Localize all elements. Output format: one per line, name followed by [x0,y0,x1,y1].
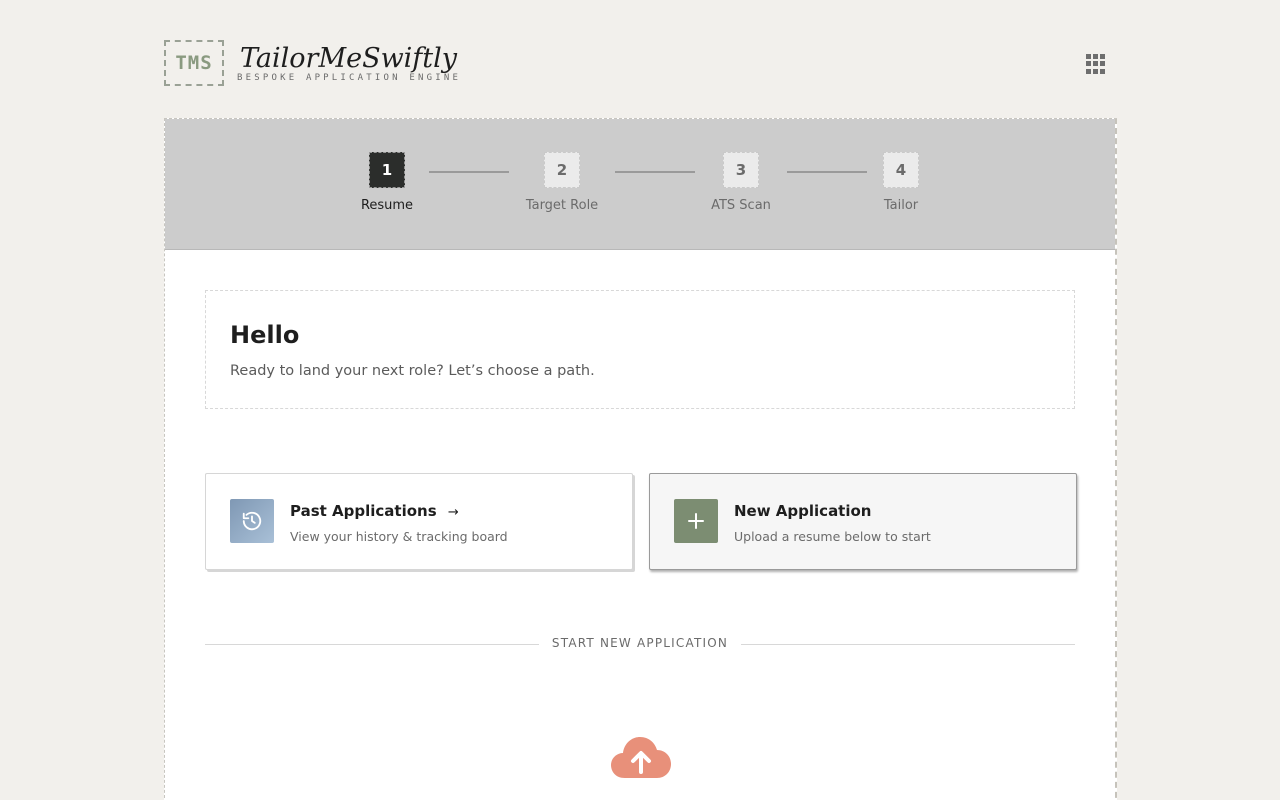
app-name: TailorMeSwiftly [240,43,458,74]
new-application-subtitle: Upload a resume below to start [734,529,931,544]
step-1-label: Resume [360,198,414,213]
step-connector [615,171,695,173]
past-applications-label: Past Applications [290,502,437,520]
logo-badge: TMS [164,40,224,86]
start-new-application-heading: START NEW APPLICATION [551,636,729,650]
greeting-title: Hello [230,321,300,349]
past-applications-subtitle: View your history & tracking board [290,529,508,544]
step-2-badge[interactable]: 2 [544,152,580,188]
past-applications-title: Past Applications → [290,502,459,520]
new-application-title: New Application [734,502,872,520]
main-card: 1 Resume 2 Target Role 3 ATS Scan 4 Tail… [164,118,1117,800]
greeting-subtitle: Ready to land your next role? Let’s choo… [230,363,595,379]
progress-stepper: 1 Resume 2 Target Role 3 ATS Scan 4 Tail… [165,119,1115,250]
step-3-badge[interactable]: 3 [723,152,759,188]
step-connector [787,171,867,173]
new-application-button[interactable]: New Application Upload a resume below to… [649,473,1077,570]
past-applications-button[interactable]: Past Applications → View your history & … [205,473,633,570]
plus-icon [674,499,718,543]
step-connector [429,171,509,173]
greeting-panel: Hello Ready to land your next role? Let’… [205,290,1075,409]
app-header: TMS TailorMeSwiftly BESPOKE APPLICATION … [164,40,1116,86]
step-3-label: ATS Scan [711,198,771,213]
step-1-badge[interactable]: 1 [369,152,405,188]
arrow-right-icon: → [447,505,459,520]
cloud-upload-icon[interactable] [609,734,673,782]
divider-right [741,644,1075,645]
step-4-label: Tailor [883,198,919,213]
step-4-badge[interactable]: 4 [883,152,919,188]
step-2-label: Target Role [525,198,599,213]
apps-grid-icon[interactable] [1086,54,1106,74]
app-tagline: BESPOKE APPLICATION ENGINE [237,73,462,83]
history-icon [230,499,274,543]
